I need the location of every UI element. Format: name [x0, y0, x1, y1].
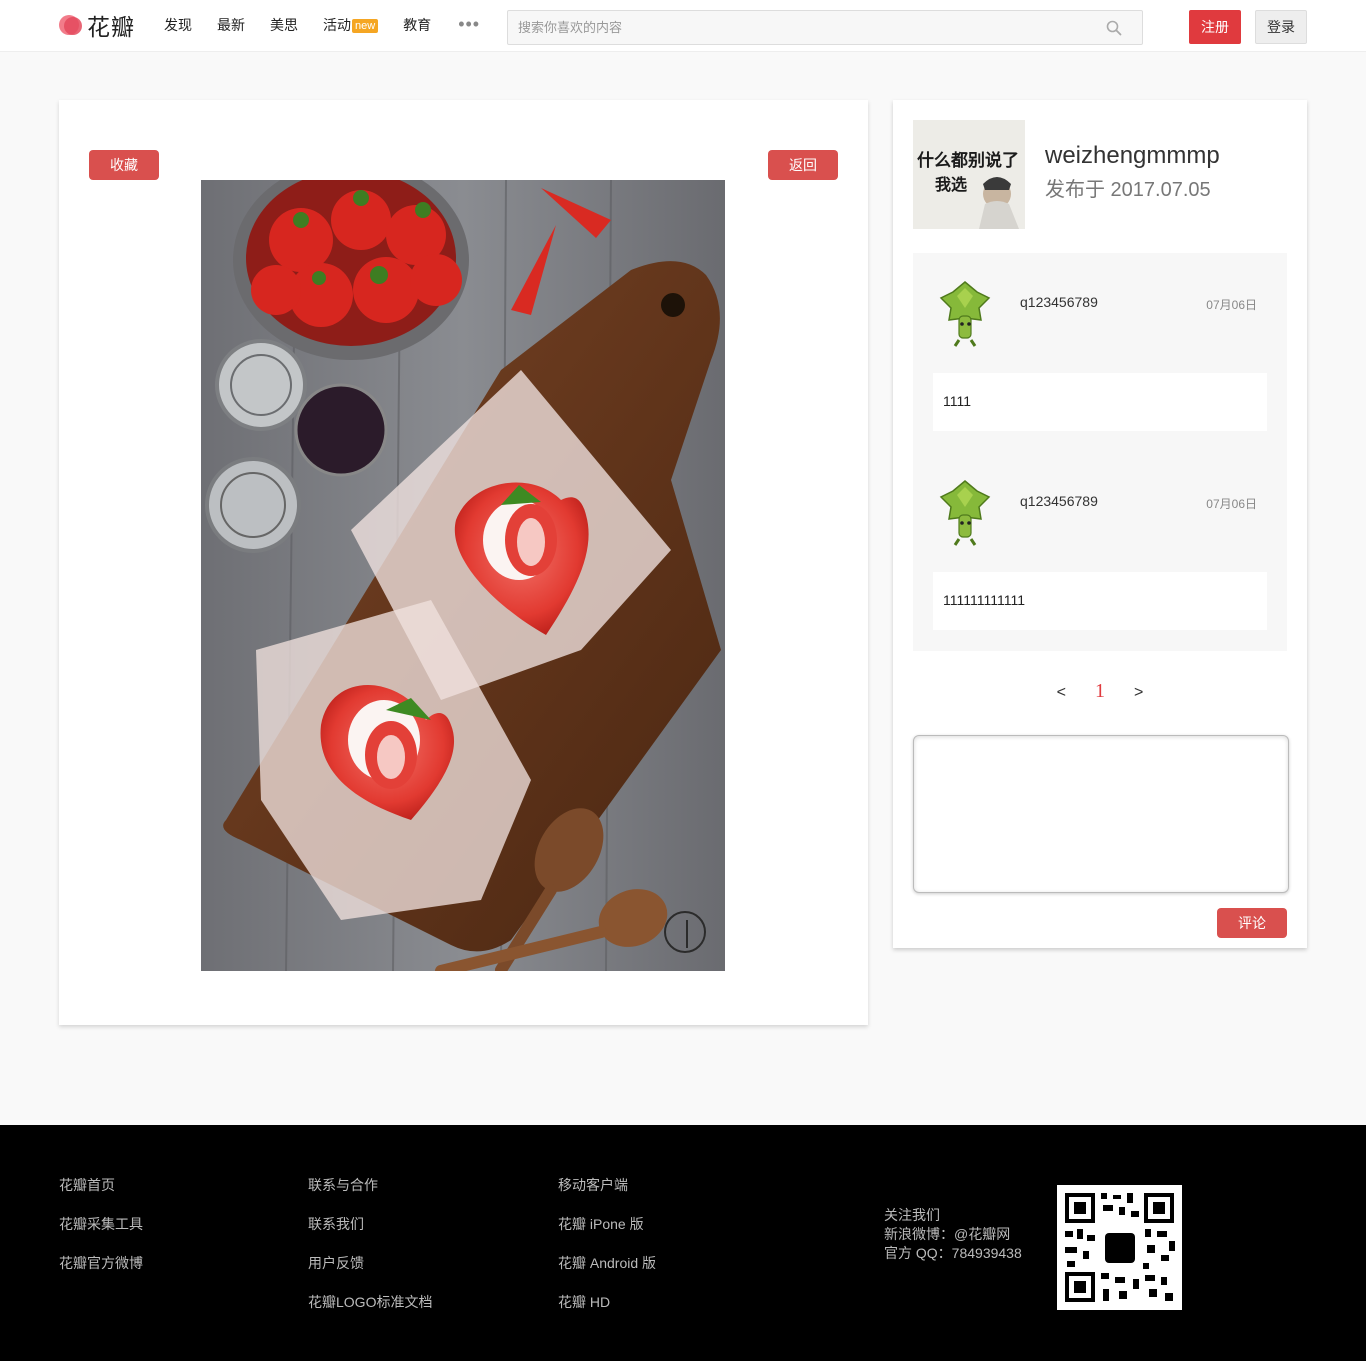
- search-box: [507, 10, 1143, 45]
- next-page-button[interactable]: >: [1134, 684, 1143, 702]
- more-icon[interactable]: •••: [458, 14, 480, 35]
- footer-column-contact: 联系与合作 联系我们 用户反馈 花瓣LOGO标准文档: [308, 1175, 432, 1331]
- footer-link-collector[interactable]: 花瓣采集工具: [59, 1214, 143, 1253]
- follow-us: 关注我们 新浪微博：@花瓣网 官方 QQ：784939438: [884, 1206, 1022, 1263]
- footer-link-logo-doc[interactable]: 花瓣LOGO标准文档: [308, 1292, 432, 1331]
- pin-card: 收藏 返回: [59, 100, 868, 1025]
- follow-title: 关注我们: [884, 1207, 940, 1223]
- pagination: < 1 >: [893, 680, 1307, 703]
- petal-logo-icon: [59, 13, 83, 37]
- site-logo[interactable]: 花瓣: [59, 10, 141, 41]
- collect-button[interactable]: 收藏: [89, 150, 159, 180]
- comment-list: q123456789 07月06日 1111 q123456789 07月06日…: [913, 253, 1287, 651]
- strawberry-dessert-photo: [201, 180, 725, 971]
- current-page[interactable]: 1: [1095, 680, 1105, 703]
- nav-events-label: 活动: [323, 16, 351, 33]
- search-input[interactable]: [508, 11, 1142, 44]
- comment-input[interactable]: [913, 735, 1289, 893]
- nav-education[interactable]: 教育: [403, 15, 431, 35]
- footer-link-feedback[interactable]: 用户反馈: [308, 1253, 432, 1292]
- footer-column-site: 花瓣首页 花瓣采集工具 花瓣官方微博: [59, 1175, 143, 1292]
- new-badge: new: [352, 18, 379, 33]
- footer-link-iphone[interactable]: 花瓣 iPone 版: [558, 1214, 656, 1253]
- comment-time: 07月06日: [1206, 298, 1257, 312]
- login-button[interactable]: 登录: [1255, 10, 1307, 44]
- search-icon[interactable]: [1106, 20, 1122, 36]
- artichoke-avatar-icon[interactable]: [935, 278, 995, 348]
- author-avatar[interactable]: 什么都别说了 我选: [913, 120, 1025, 229]
- artichoke-avatar-icon[interactable]: [935, 477, 995, 547]
- comment-text: 1111: [933, 373, 1267, 431]
- back-button[interactable]: 返回: [768, 150, 838, 180]
- top-header: 花瓣 发现 最新 美思 活动new 教育 ••• 注册 登录: [0, 0, 1366, 52]
- footer-column-mobile: 移动客户端 花瓣 iPone 版 花瓣 Android 版 花瓣 HD: [558, 1175, 656, 1331]
- pin-image[interactable]: [201, 180, 725, 971]
- footer-link-mobile[interactable]: 移动客户端: [558, 1175, 656, 1214]
- site-footer: 花瓣首页 花瓣采集工具 花瓣官方微博 联系与合作 联系我们 用户反馈 花瓣LOG…: [0, 1125, 1366, 1361]
- prev-page-button[interactable]: <: [1057, 684, 1066, 702]
- nav-latest[interactable]: 最新: [217, 15, 245, 35]
- svg-text:什么都别说了: 什么都别说了: [917, 150, 1019, 171]
- publish-date: 发布于 2017.07.05: [1045, 179, 1211, 201]
- weibo-account: 新浪微博：@花瓣网: [884, 1226, 1011, 1242]
- comment-username[interactable]: q123456789: [1020, 294, 1098, 310]
- footer-link-weibo[interactable]: 花瓣官方微博: [59, 1253, 143, 1292]
- nav-discover[interactable]: 发现: [164, 15, 192, 35]
- footer-link-contact[interactable]: 联系我们: [308, 1214, 432, 1253]
- comment-text: 111111111111: [933, 572, 1267, 630]
- comment-item: q123456789 07月06日 111111111111: [913, 452, 1287, 642]
- logo-text: 花瓣: [87, 15, 135, 41]
- footer-link-home[interactable]: 花瓣首页: [59, 1175, 143, 1214]
- submit-comment-button[interactable]: 评论: [1217, 908, 1287, 938]
- footer-link-cooperation[interactable]: 联系与合作: [308, 1175, 432, 1214]
- qr-code-icon: [1057, 1185, 1182, 1310]
- author-name[interactable]: weizhengmmmp: [1045, 142, 1220, 170]
- main-nav: 发现 最新 美思 活动 new 教育 •••: [164, 14, 480, 35]
- footer-link-android[interactable]: 花瓣 Android 版: [558, 1253, 656, 1292]
- sidebar-card: 什么都别说了 我选 weizhengmmmp 发布于 2017.07.05 q1…: [893, 100, 1307, 948]
- comment-item: q123456789 07月06日 1111: [913, 253, 1287, 443]
- footer-link-hd[interactable]: 花瓣 HD: [558, 1292, 656, 1331]
- comment-username[interactable]: q123456789: [1020, 493, 1098, 509]
- author-avatar-image: 什么都别说了 我选: [913, 120, 1025, 229]
- register-button[interactable]: 注册: [1189, 10, 1241, 44]
- comment-time: 07月06日: [1206, 497, 1257, 511]
- nav-events[interactable]: 活动 new: [323, 15, 379, 35]
- nav-meisi[interactable]: 美思: [270, 15, 298, 35]
- qq-number: 官方 QQ：784939438: [884, 1245, 1022, 1261]
- svg-text:我选: 我选: [935, 175, 967, 194]
